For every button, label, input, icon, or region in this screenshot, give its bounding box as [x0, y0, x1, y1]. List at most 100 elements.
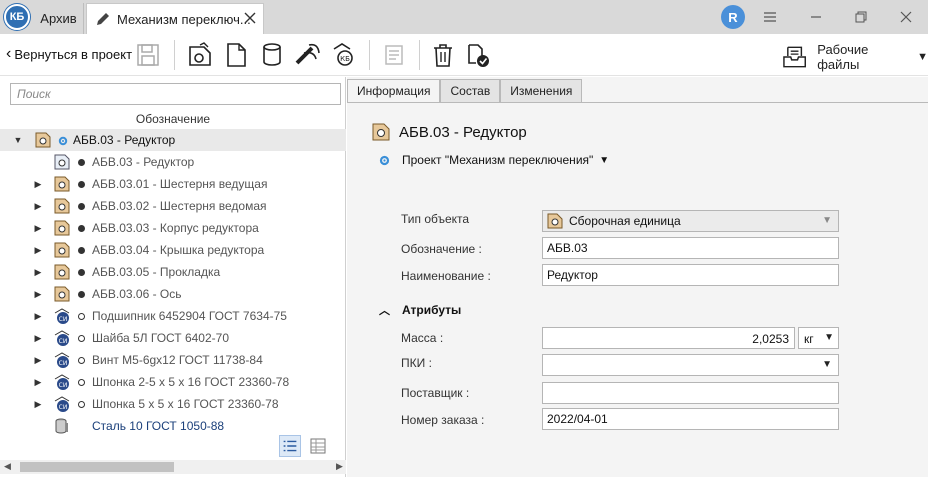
part-icon: [54, 242, 70, 258]
tree-row[interactable]: ▶ СИ Винт M5-6gx12 ГОСТ 11738-84: [0, 349, 346, 371]
expand-icon[interactable]: ▶: [33, 377, 43, 387]
hollow-dot-icon: [78, 401, 85, 408]
expand-icon[interactable]: ▶: [33, 289, 43, 299]
properties-tabs: Информация Состав Изменения: [347, 79, 583, 103]
work-files-button[interactable]: Рабочие файлы ▼: [782, 42, 928, 72]
object-type-select[interactable]: Сборочная единица ▼: [542, 210, 839, 232]
expand-icon[interactable]: ▶: [33, 179, 43, 189]
svg-text:СИ: СИ: [59, 338, 68, 345]
add-kb-part-icon[interactable]: КБ: [330, 41, 358, 69]
tree-row[interactable]: ▶ СИ Шайба 5Л ГОСТ 6402-70: [0, 327, 346, 349]
mass-label: Масса :: [401, 331, 444, 345]
mass-field[interactable]: 2,0253: [542, 327, 795, 349]
expand-icon[interactable]: ▶: [33, 355, 43, 365]
scroll-left-icon[interactable]: ◀: [4, 461, 11, 472]
back-to-project-button[interactable]: ‹ Вернуться в проект: [6, 46, 132, 62]
expand-icon[interactable]: ▶: [33, 333, 43, 343]
expand-icon[interactable]: ▶: [33, 267, 43, 277]
filled-dot-icon: [78, 225, 85, 232]
title-bar: КБ Архив Механизм переключ... R: [0, 0, 928, 34]
column-header-designation[interactable]: Обозначение: [0, 110, 346, 128]
svg-text:КБ: КБ: [340, 55, 350, 63]
tab-mechanism[interactable]: Механизм переключ...: [86, 3, 264, 34]
close-tab-icon[interactable]: [243, 11, 257, 25]
supplier-label: Поставщик :: [401, 386, 470, 400]
tab-archive[interactable]: Архив: [34, 3, 84, 34]
tree-row[interactable]: ▶ АБВ.03.04 - Крышка редуктора: [0, 239, 346, 261]
tree-row[interactable]: ▶ СИ Шпонка 2-5 x 5 x 16 ГОСТ 23360-78: [0, 371, 346, 393]
caret-down-icon: ▼: [917, 51, 928, 63]
add-material-icon[interactable]: [258, 41, 286, 69]
table-view-icon[interactable]: [307, 435, 329, 457]
tree-row-label: АБВ.03.04 - Крышка редуктора: [92, 243, 265, 257]
search-input[interactable]: Поиск: [10, 83, 341, 105]
filled-dot-icon: [78, 159, 85, 166]
tree-row[interactable]: ▶ СИ Подшипник 6452904 ГОСТ 7634-75: [0, 305, 346, 327]
expand-icon[interactable]: ▶: [33, 311, 43, 321]
object-type-value: Сборочная единица: [569, 214, 681, 228]
project-selector[interactable]: Проект "Механизм переключения" ▼: [379, 153, 609, 167]
add-assembly-icon[interactable]: [186, 41, 214, 69]
tabs-divider: [347, 102, 928, 103]
chevron-left-icon: ‹: [6, 45, 12, 62]
caret-down-icon: ▼: [599, 154, 610, 166]
user-avatar[interactable]: R: [721, 5, 745, 29]
tab-information[interactable]: Информация: [347, 79, 441, 103]
tree-row[interactable]: Сталь 10 ГОСТ 1050-88: [0, 415, 346, 437]
tree-row-label: АБВ.03.02 - Шестерня ведомая: [92, 199, 267, 213]
dropdown-arrow-icon: ▼: [824, 332, 834, 343]
expand-icon[interactable]: ▶: [33, 245, 43, 255]
attributes-section-toggle[interactable]: ︿ Атрибуты: [379, 302, 461, 318]
scrollbar-thumb[interactable]: [20, 462, 174, 472]
part-icon: [54, 176, 70, 192]
part-icon: [54, 198, 70, 214]
filled-dot-icon: [78, 203, 85, 210]
tree-row-label: Шпонка 5 x 5 x 16 ГОСТ 23360-78: [92, 397, 279, 411]
tab-changes[interactable]: Изменения: [500, 79, 583, 103]
save-icon[interactable]: [134, 41, 162, 69]
restore-icon[interactable]: [850, 6, 872, 28]
filled-dot-icon: [78, 291, 85, 298]
app-logo[interactable]: КБ: [4, 4, 30, 30]
add-standard-part-icon[interactable]: [294, 41, 322, 69]
object-title-text: АБВ.03 - Редуктор: [399, 123, 527, 141]
expand-icon[interactable]: ▶: [33, 201, 43, 211]
tree-row[interactable]: ▶ АБВ.03.03 - Корпус редуктора: [0, 217, 346, 239]
supplier-field[interactable]: [542, 382, 839, 404]
pki-select[interactable]: ▼: [542, 354, 839, 376]
scroll-right-icon[interactable]: ▶: [336, 461, 343, 472]
list-view-icon[interactable]: [279, 435, 301, 457]
standard-part-icon: СИ: [54, 374, 70, 390]
trash-icon[interactable]: [429, 41, 457, 69]
standard-part-icon: СИ: [54, 352, 70, 368]
mass-unit-select[interactable]: кг ▼: [798, 327, 839, 349]
expand-icon[interactable]: ▶: [33, 399, 43, 409]
properties-panel: Информация Состав Изменения АБВ.03 - Ред…: [347, 77, 928, 477]
tree-row[interactable]: ▶ АБВ.03.06 - Ось: [0, 283, 346, 305]
standard-part-icon: СИ: [54, 308, 70, 324]
order-number-field[interactable]: 2022/04-01: [542, 408, 839, 430]
tree-row-root[interactable]: ▼ АБВ.03 - Редуктор: [0, 129, 346, 151]
collapse-icon[interactable]: ▼: [13, 135, 23, 145]
spec-icon[interactable]: [380, 41, 408, 69]
close-window-icon[interactable]: [895, 6, 917, 28]
tree-row[interactable]: АБВ.03 - Редуктор: [0, 151, 346, 173]
name-field[interactable]: Редуктор: [542, 264, 839, 286]
horizontal-scrollbar[interactable]: ◀ ▶: [0, 460, 346, 474]
mass-unit-value: кг: [804, 332, 814, 346]
tree-row[interactable]: ▶ АБВ.03.05 - Прокладка: [0, 261, 346, 283]
designation-field[interactable]: АБВ.03: [542, 237, 839, 259]
tree-row[interactable]: ▶ АБВ.03.02 - Шестерня ведомая: [0, 195, 346, 217]
tab-composition[interactable]: Состав: [440, 79, 501, 103]
add-document-icon[interactable]: [222, 41, 250, 69]
checkout-icon[interactable]: [463, 41, 491, 69]
svg-text:СИ: СИ: [59, 404, 68, 411]
expand-icon[interactable]: ▶: [33, 223, 43, 233]
tree-row[interactable]: ▶ АБВ.03.01 - Шестерня ведущая: [0, 173, 346, 195]
minimize-icon[interactable]: [805, 6, 827, 28]
assembly-doc-icon: [54, 154, 70, 170]
tree-row-label: АБВ.03.06 - Ось: [92, 287, 182, 301]
object-type-label: Тип объекта: [401, 212, 470, 226]
tree-row[interactable]: ▶ СИ Шпонка 5 x 5 x 16 ГОСТ 23360-78: [0, 393, 346, 415]
menu-icon[interactable]: [759, 6, 781, 28]
